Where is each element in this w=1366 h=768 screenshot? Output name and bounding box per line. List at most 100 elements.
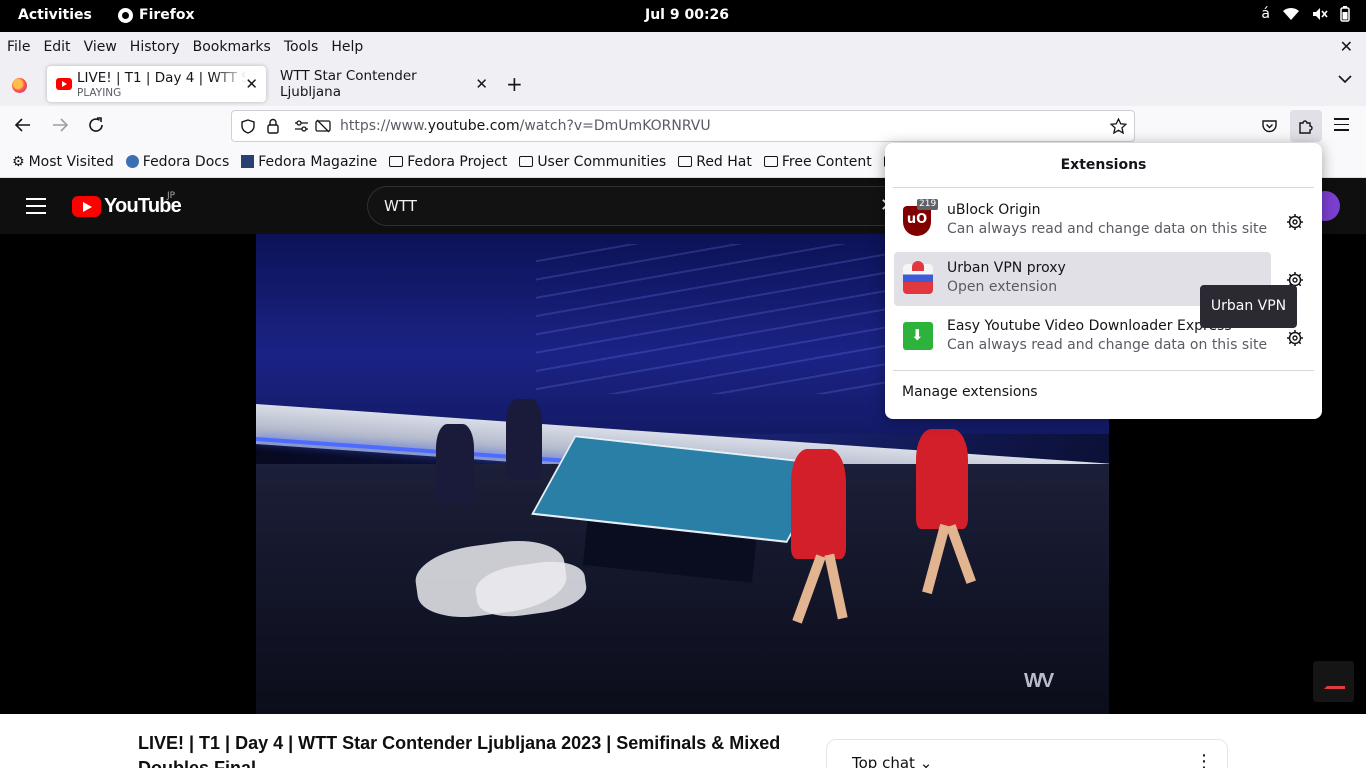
bookmark-label: Fedora Docs [142, 153, 230, 170]
extension-description: Open extension [947, 279, 1058, 295]
app-menu-hamburger-icon[interactable] [1334, 118, 1349, 131]
menu-bookmarks[interactable]: Bookmarks [193, 39, 278, 55]
permissions-icon[interactable] [294, 120, 309, 132]
youtube-logo[interactable]: YouTube JP [72, 191, 182, 218]
bookmark-label: Free Content [781, 153, 872, 170]
bookmark-label: Red Hat [696, 153, 752, 170]
app-name: Firefox [139, 7, 195, 23]
volume-muted-icon [1313, 8, 1328, 20]
top-chat-dropdown[interactable]: Top chat ⌄ [852, 754, 932, 768]
tab-close-icon[interactable]: ✕ [475, 75, 488, 93]
tab-strip: LIVE! | T1 | Day 4 | WTT Star Contender … [0, 62, 1366, 106]
menu-help[interactable]: Help [331, 39, 370, 55]
player-figure [916, 429, 968, 529]
url-domain: youtube.com [427, 118, 520, 134]
gear-icon[interactable] [1286, 329, 1304, 347]
manage-extensions-button[interactable]: Manage extensions [902, 384, 1038, 400]
bookmark-fedora-project[interactable]: Fedora Project [389, 154, 507, 170]
folder-icon [678, 156, 693, 167]
bookmark-red-hat[interactable]: Red Hat [678, 154, 752, 170]
wifi-icon [1283, 7, 1299, 20]
divider [893, 370, 1314, 371]
bookmark-fedora-docs[interactable]: Fedora Docs [125, 153, 230, 170]
tab-wtt[interactable]: WTT Star Contender Ljubljana ✕ [270, 66, 496, 102]
lock-icon[interactable] [267, 118, 279, 134]
menu-edit[interactable]: Edit [43, 39, 77, 55]
wtt-channel-icon[interactable] [1313, 661, 1354, 702]
extension-ublock-origin[interactable]: uO 219 uBlock Origin Can always read and… [894, 194, 1271, 248]
bookmark-free-content[interactable]: Free Content [763, 153, 872, 170]
menu-bar: File Edit View History Bookmarks Tools H… [0, 32, 1366, 62]
folder-icon [519, 156, 534, 167]
youtube-play-icon [72, 196, 101, 217]
firefox-view-icon[interactable] [12, 78, 27, 93]
navigation-bar: https://www.youtube.com/watch?v=DmUmKORN… [0, 106, 1366, 146]
folder-icon [763, 156, 778, 167]
app-menu[interactable]: Firefox [118, 7, 195, 23]
menu-history[interactable]: History [130, 39, 187, 55]
tab-title: LIVE! | T1 | Day 4 | WTT Star Contender … [77, 69, 247, 86]
bookmark-most-visited[interactable]: ⚙ Most Visited [12, 154, 114, 170]
autoplay-blocked-icon[interactable] [315, 119, 331, 133]
forward-arrow-icon[interactable] [51, 116, 69, 134]
pocket-icon[interactable] [1262, 119, 1277, 133]
player-figure [791, 449, 846, 559]
tooltip: Urban VPN [1200, 285, 1297, 328]
bookmark-label: Fedora Project [407, 153, 508, 170]
player-figure [506, 399, 542, 479]
url-text[interactable]: https://www.youtube.com/watch?v=DmUmKORN… [340, 118, 711, 134]
menu-view[interactable]: View [84, 39, 124, 55]
divider [893, 187, 1314, 188]
wtt-watermark-icon: WV [1024, 670, 1054, 692]
youtube-search-input[interactable]: WTT ✕ [367, 186, 897, 226]
gear-icon: ⚙ [12, 153, 25, 170]
downloader-icon [903, 322, 933, 350]
reload-icon[interactable] [87, 116, 105, 134]
extensions-panel-title: Extensions [1060, 157, 1147, 173]
region-code: JP [167, 191, 176, 201]
gear-icon[interactable] [1286, 213, 1304, 231]
extensions-button[interactable] [1290, 110, 1322, 142]
folder-icon [389, 156, 404, 167]
tab-text: LIVE! | T1 | Day 4 | WTT Star Contender … [77, 70, 247, 99]
back-arrow-icon[interactable] [14, 116, 32, 134]
extension-description: Can always read and change data on this … [947, 337, 1268, 353]
chevron-down-icon[interactable] [1338, 74, 1352, 84]
more-options-icon[interactable]: ⋮ [1195, 751, 1213, 768]
extensions-panel: Extensions uO 219 uBlock Origin Can alwa… [885, 143, 1322, 419]
activities-button[interactable]: Activities [18, 7, 92, 23]
address-bar[interactable]: https://www.youtube.com/watch?v=DmUmKORN… [231, 110, 1135, 142]
menu-tools[interactable]: Tools [284, 39, 326, 55]
tab-close-icon[interactable]: ✕ [245, 75, 258, 93]
url-prefix: https://www. [340, 118, 428, 134]
tab-title: WTT Star Contender Ljubljana [280, 68, 417, 100]
tracking-protection-shield-icon[interactable] [241, 119, 255, 134]
player-figure [436, 424, 474, 504]
bookmark-user-communities[interactable]: User Communities [519, 154, 666, 170]
input-method-indicator[interactable]: á [1261, 6, 1270, 22]
menu-file[interactable]: File [7, 39, 37, 55]
search-query: WTT [384, 197, 417, 215]
chat-label: Top chat [852, 754, 915, 768]
youtube-favicon-icon [56, 78, 72, 90]
live-chat-header: Top chat ⌄ ⋮ [826, 739, 1228, 768]
system-tray[interactable]: á [1261, 6, 1350, 22]
extension-name: Easy Youtube Video Downloader Express [947, 318, 1232, 334]
url-path: /watch?v=DmUmKORNRVU [519, 118, 711, 134]
clock[interactable]: Jul 9 00:26 [645, 7, 729, 23]
extension-name: uBlock Origin [947, 202, 1041, 218]
bookmark-star-icon[interactable] [1110, 118, 1127, 134]
bookmark-label: User Communities [537, 153, 667, 170]
system-top-bar: Activities Firefox Jul 9 00:26 á [0, 0, 1366, 32]
tab-playing-label: PLAYING [77, 86, 122, 99]
fedora-icon [125, 155, 139, 168]
bookmark-label: Most Visited [28, 153, 114, 170]
extension-description: Can always read and change data on this … [947, 221, 1268, 237]
window-close-icon[interactable]: ✕ [1340, 37, 1353, 56]
bookmark-fedora-magazine[interactable]: Fedora Magazine [241, 154, 377, 170]
tab-youtube-live[interactable]: LIVE! | T1 | Day 4 | WTT Star Contender … [47, 66, 266, 102]
guide-menu-icon[interactable] [26, 198, 46, 219]
new-tab-icon[interactable]: + [506, 72, 523, 96]
ublock-icon: uO [903, 206, 931, 236]
urban-vpn-icon [903, 261, 933, 294]
